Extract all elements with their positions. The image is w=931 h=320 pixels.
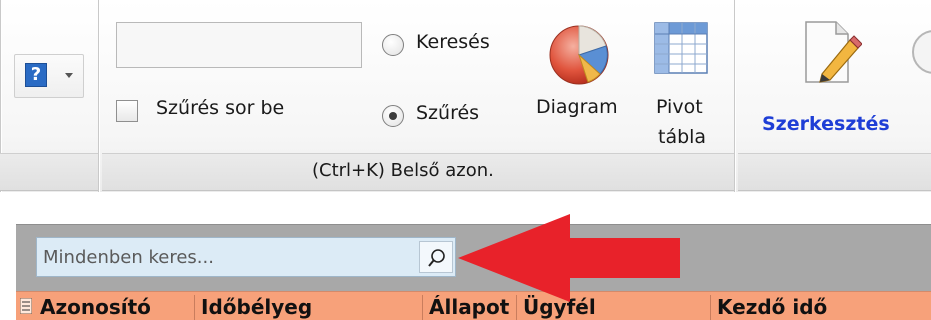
edit-document-icon — [805, 21, 862, 83]
filter-row-label: Szűrés sor be — [156, 97, 285, 119]
search-button[interactable] — [419, 241, 453, 273]
pivot-label-line2: tábla — [658, 126, 707, 148]
chevron-down-icon — [65, 73, 73, 78]
pivot-table-icon — [654, 22, 708, 74]
global-search-input[interactable] — [37, 238, 417, 276]
filter-row-checkbox[interactable] — [116, 100, 138, 122]
pie-chart-icon — [549, 25, 609, 85]
radio-filter[interactable] — [382, 105, 404, 127]
ribbon-toolbar: ? Szűrés sor be Keresés Szűrés Diagram P… — [0, 0, 931, 192]
column-header-kezdo-ido[interactable]: Kezdő idő — [710, 295, 931, 320]
pivot-label-line1: Pivot — [656, 96, 703, 118]
filter-input[interactable] — [116, 22, 362, 68]
help-dropdown[interactable]: ? — [14, 54, 84, 98]
diagram-button[interactable]: Diagram — [530, 16, 630, 136]
column-header-idobelyeg[interactable]: Időbélyeg — [194, 295, 422, 320]
ribbon-caption-bar-right — [738, 153, 931, 191]
column-header-azonosito[interactable]: Azonosító — [34, 295, 194, 320]
radio-filter-label: Szűrés — [416, 102, 480, 124]
edit-label: Szerkesztés — [762, 113, 890, 135]
magnifier-icon — [428, 249, 445, 267]
column-chooser-icon[interactable] — [20, 298, 32, 314]
partial-button-icon[interactable] — [912, 30, 931, 74]
red-arrow-annotation — [458, 214, 680, 302]
pivot-table-button[interactable]: Pivot tábla — [648, 16, 728, 152]
radio-search[interactable] — [382, 34, 404, 56]
group-caption: (Ctrl+K) Belső azon. — [312, 160, 494, 181]
radio-search-label: Keresés — [416, 31, 490, 53]
diagram-label: Diagram — [536, 96, 618, 118]
ribbon-caption-bar-left — [0, 153, 98, 191]
global-search-box — [36, 237, 456, 277]
edit-button[interactable]: Szerkesztés — [752, 16, 912, 140]
help-question-icon: ? — [25, 63, 47, 87]
